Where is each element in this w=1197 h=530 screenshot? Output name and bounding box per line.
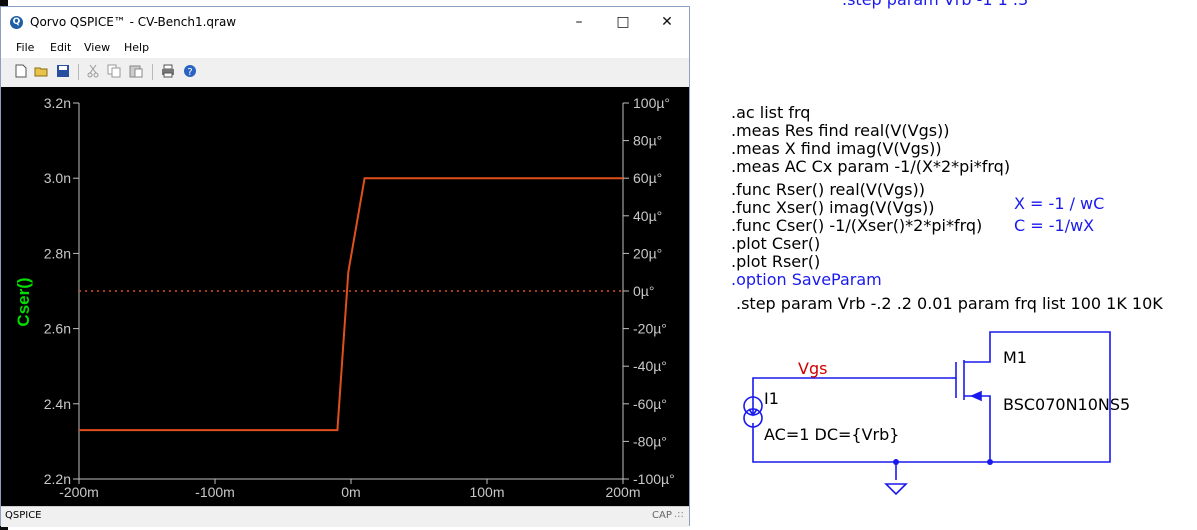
- comment-x[interactable]: X = -1 / wC: [1014, 195, 1104, 213]
- directive-line: .func Cser() -1/(Xser()*2*pi*frq): [731, 216, 983, 235]
- bottom-tick-label: 200m: [605, 484, 640, 500]
- directive-line: .plot Cser(): [731, 234, 821, 253]
- waveform-plot[interactable]: 3.2n 3.0n 2.8n 2.6n 2.4n 2.2n 100µ° 80µ° 60µ° 40µ…: [1, 87, 689, 507]
- directive-line: .meas AC Cx param -1/(X*2*pi*frq): [731, 157, 1011, 176]
- node-dot: [893, 459, 899, 465]
- left-tick-label: 2.8n: [44, 245, 71, 261]
- mosfet-name[interactable]: M1: [1003, 349, 1027, 367]
- copy-icon[interactable]: [107, 64, 121, 78]
- directive-block[interactable]: .ac list frq .meas Res find real(V(Vgs))…: [731, 104, 1010, 176]
- comment-c[interactable]: C = -1/wX: [1014, 217, 1094, 235]
- left-tick-label: 3.2n: [44, 95, 71, 111]
- plot-canvas[interactable]: 3.2n3.0n2.8n2.6n2.4n2.2n100µ°80µ°60µ°40µ…: [1, 87, 689, 507]
- current-source-symbol: [743, 396, 763, 428]
- toolbar-separator: [152, 64, 153, 80]
- directive-line: .meas X find imag(V(Vgs)): [731, 139, 942, 158]
- func-block[interactable]: .func Rser() real(V(Vgs)) .func Xser() i…: [731, 181, 982, 271]
- menu-help[interactable]: Help: [124, 41, 149, 54]
- cut-icon[interactable]: [86, 64, 100, 78]
- paste-icon[interactable]: [129, 64, 143, 78]
- menu-edit[interactable]: Edit: [50, 41, 71, 54]
- title-bar[interactable]: Q Qorvo QSPICE™ - CV-Bench1.qraw – □ ✕: [1, 7, 689, 37]
- mosfet-model[interactable]: BSC070N10NS5: [1003, 396, 1130, 414]
- right-tick-label: 20µ°: [633, 245, 662, 261]
- close-button[interactable]: ✕: [644, 7, 690, 37]
- step-directive[interactable]: .step param Vrb -.2 .2 0.01 param frq li…: [736, 295, 1163, 313]
- net-label-vgs[interactable]: Vgs: [798, 360, 827, 378]
- help-icon[interactable]: ?: [183, 64, 197, 78]
- print-icon[interactable]: [161, 64, 175, 78]
- source-value[interactable]: AC=1 DC={Vrb}: [764, 426, 899, 444]
- maximize-button[interactable]: □: [600, 7, 646, 37]
- caps-indicator: CAP: [652, 510, 672, 521]
- option-directive[interactable]: .option SaveParam: [731, 271, 882, 289]
- cser-trace: [79, 177, 623, 432]
- bottom-tick-label: 0m: [341, 484, 360, 500]
- new-file-icon[interactable]: [14, 64, 28, 78]
- directive-line: .ac list frq: [731, 103, 811, 122]
- directive-line: .meas Res find real(V(Vgs)): [731, 121, 950, 140]
- qspice-app-icon: Q: [10, 16, 23, 29]
- source-wire: [964, 395, 991, 462]
- right-tick-label: -20µ°: [633, 321, 667, 337]
- gate-wire: [752, 377, 952, 400]
- menu-view[interactable]: View: [84, 41, 110, 54]
- left-tick-label: 3.0n: [44, 170, 71, 186]
- svg-text:?: ?: [187, 67, 192, 78]
- status-text: QSPICE: [5, 510, 42, 521]
- bottom-tick-label: 100m: [469, 484, 504, 500]
- right-tick-label: 0µ°: [633, 283, 654, 299]
- toolbar: ?: [1, 59, 689, 85]
- y-axis-label[interactable]: Cser(): [14, 277, 33, 326]
- left-tick-label: 2.6n: [44, 321, 71, 337]
- right-tick-label: 100µ°: [633, 95, 670, 111]
- directive-line: .func Xser() imag(V(Vgs)): [731, 198, 935, 217]
- right-tick-label: 60µ°: [633, 170, 662, 186]
- step-directive-top[interactable]: .step param Vrb -1 1 .3: [842, 0, 1028, 9]
- directive-line: .plot Rser(): [731, 252, 821, 271]
- menu-bar: File Edit View Help: [1, 37, 689, 58]
- toolbar-separator: [78, 64, 79, 80]
- right-tick-label: -60µ°: [633, 396, 667, 412]
- mosfet-arrow: [970, 390, 982, 402]
- minimize-button[interactable]: –: [556, 7, 602, 37]
- bottom-tick-label: -100m: [195, 484, 235, 500]
- bottom-tick-label: -200m: [59, 484, 99, 500]
- status-bar: QSPICE CAP .::: [1, 506, 689, 527]
- directive-line: .func Rser() real(V(Vgs)): [731, 180, 925, 199]
- ground-symbol: [884, 483, 908, 496]
- right-tick-label: 80µ°: [633, 133, 662, 149]
- window-title: Qorvo QSPICE™ - CV-Bench1.qraw: [30, 15, 237, 29]
- right-tick-label: -40µ°: [633, 358, 667, 374]
- node-dot: [987, 459, 993, 465]
- resize-grip[interactable]: .::: [674, 509, 684, 520]
- right-tick-label: -80µ°: [633, 433, 667, 449]
- save-icon[interactable]: [56, 64, 70, 78]
- left-tick-label: 2.4n: [44, 396, 71, 412]
- waveform-window[interactable]: Q Qorvo QSPICE™ - CV-Bench1.qraw – □ ✕ F…: [0, 6, 690, 527]
- source-name[interactable]: I1: [764, 390, 779, 408]
- menu-file[interactable]: File: [16, 41, 34, 54]
- open-folder-icon[interactable]: [34, 64, 48, 78]
- right-tick-label: 40µ°: [633, 208, 662, 224]
